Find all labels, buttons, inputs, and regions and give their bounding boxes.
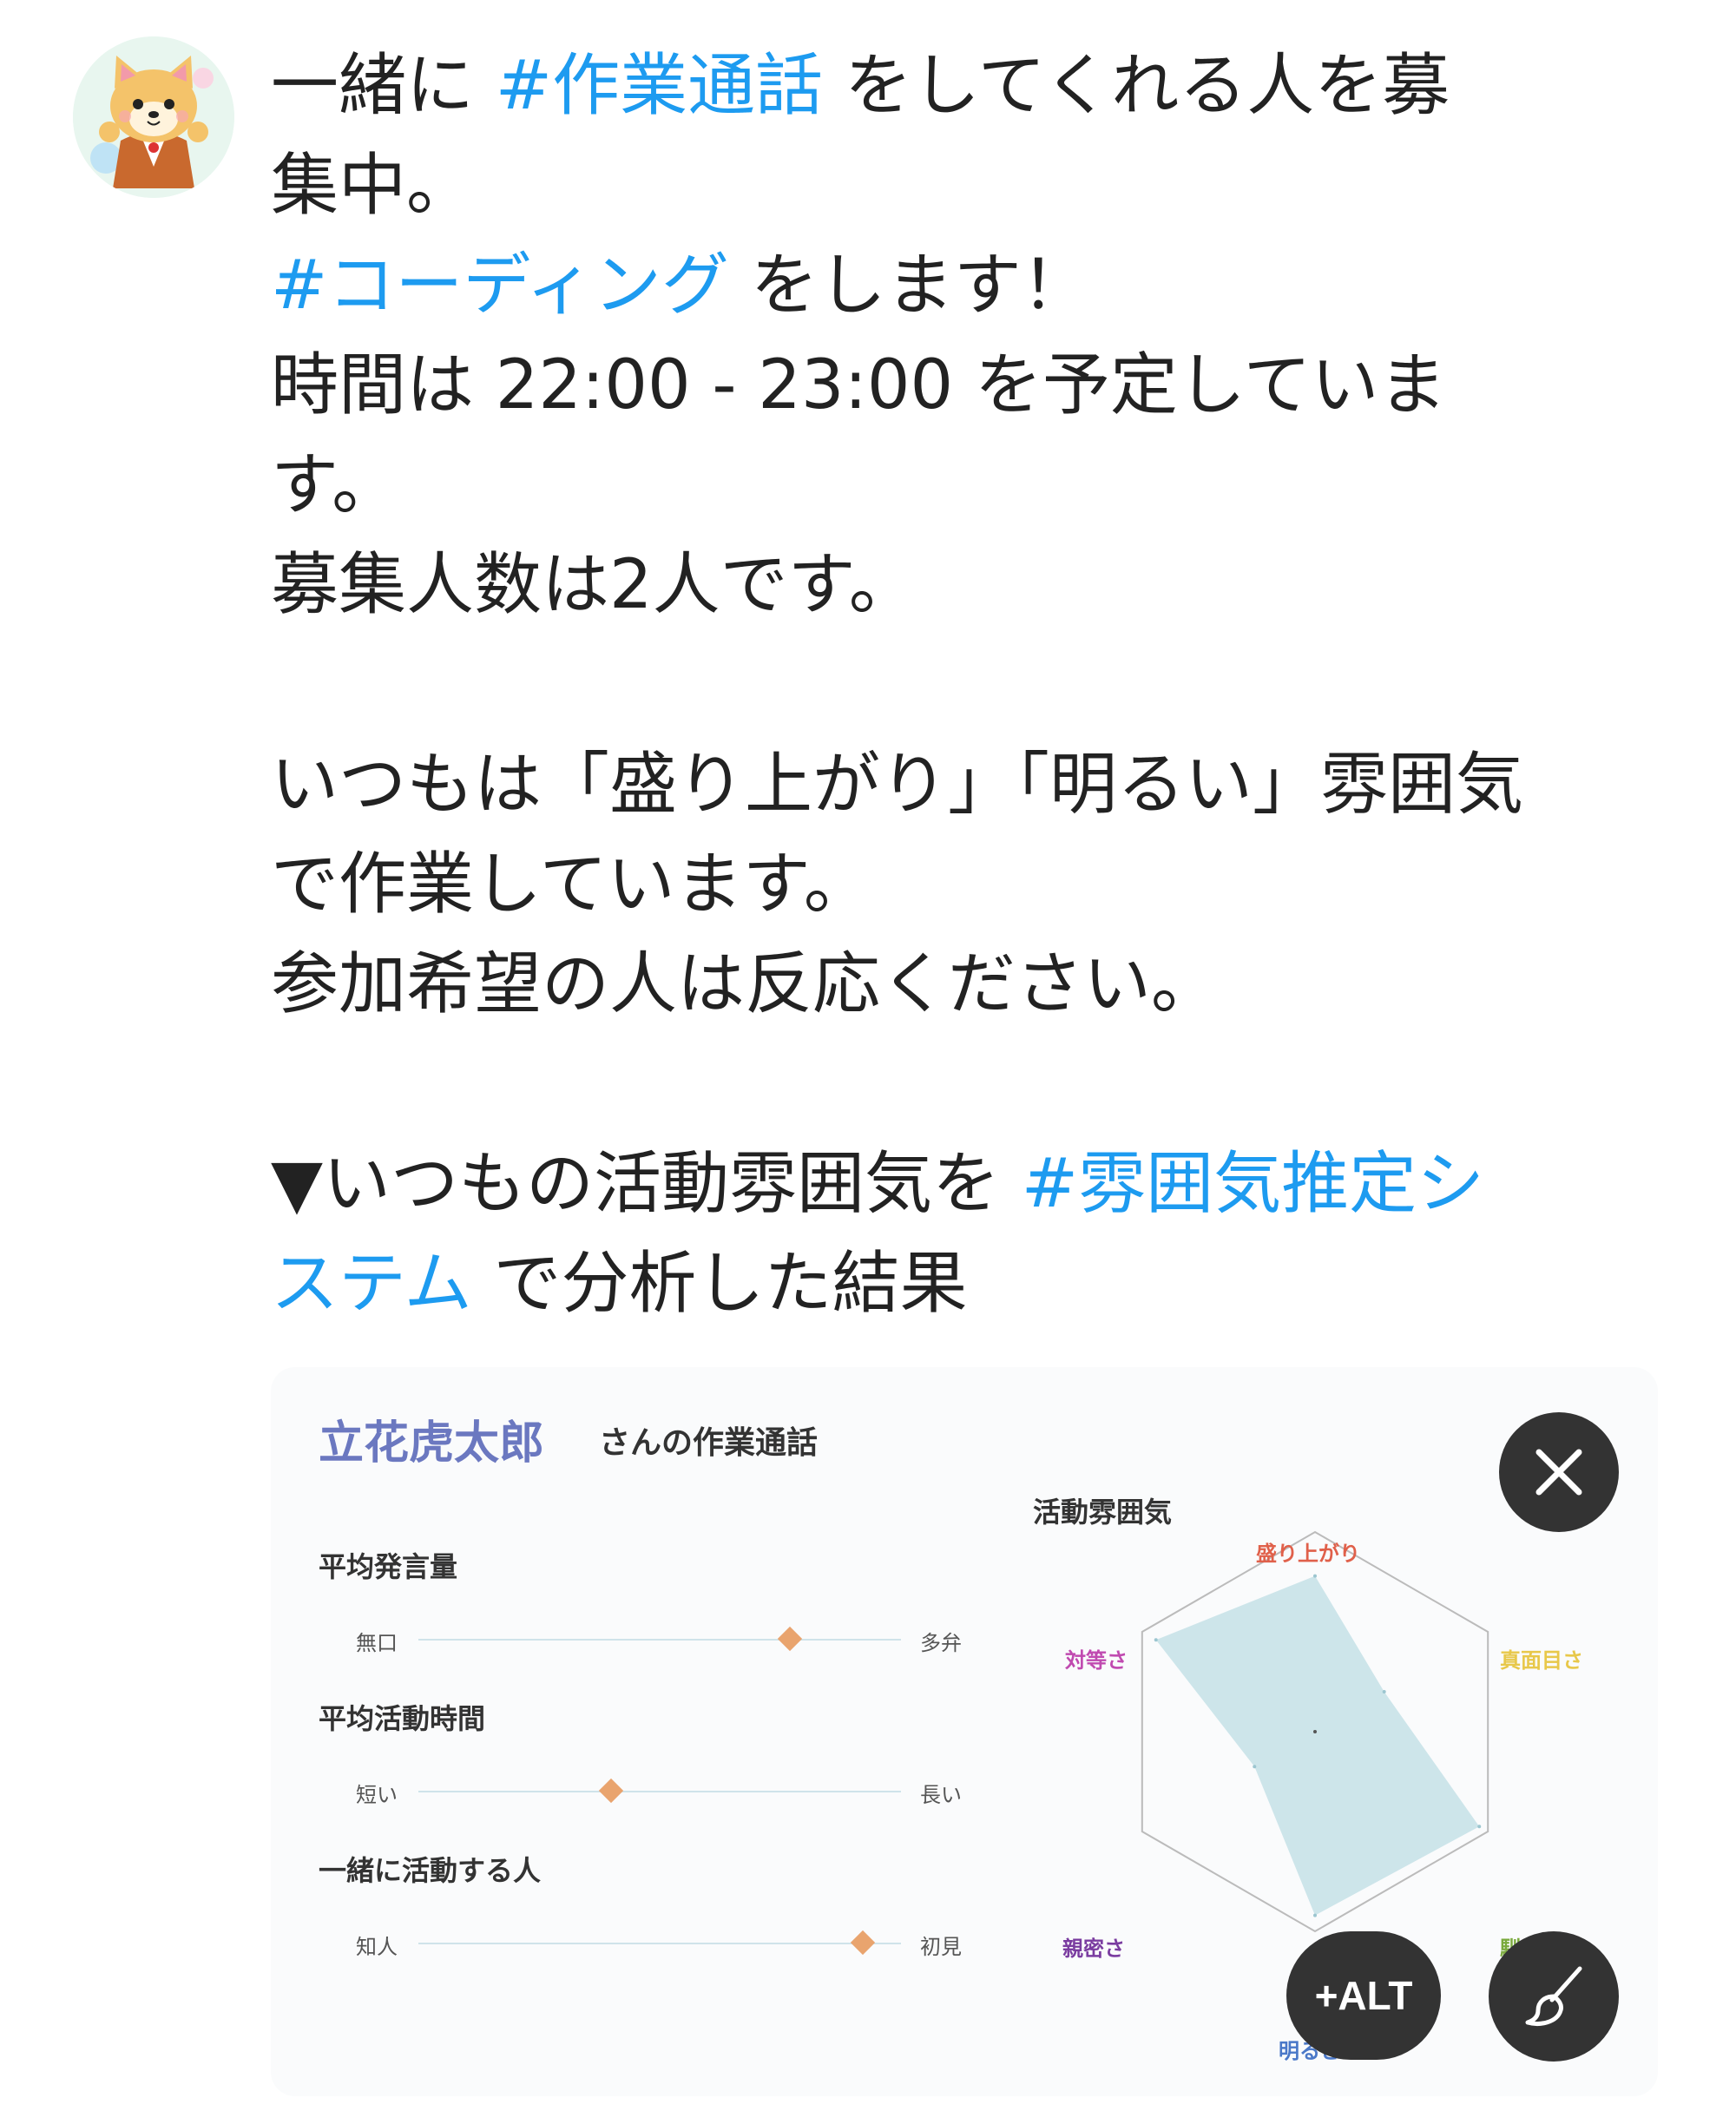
- post-line: 参加希望の人は反応ください。: [271, 945, 1220, 1023]
- axis-label: 親密さ: [1062, 1937, 1125, 1961]
- add-alt-text-button[interactable]: +ALT: [1286, 1931, 1441, 2060]
- cat-avatar-icon: [73, 36, 234, 198]
- post-line: で作業しています。: [271, 845, 871, 924]
- axis-label: 真面目さ: [1500, 1648, 1583, 1673]
- radar-point: [1154, 1638, 1158, 1642]
- radar-point: [1253, 1765, 1257, 1769]
- hashtag-link[interactable]: #コーディング: [271, 247, 729, 325]
- attached-image[interactable]: 立花虎太郎 さんの作業通話 平均発言量 無口 多弁 平均活動時間 短い 長い 一…: [271, 1367, 1658, 2096]
- avatar[interactable]: [73, 36, 234, 198]
- radar-point: [1313, 1574, 1317, 1578]
- post-text: 一緒に #作業通話 をしてくれる人を募 集中。 #コーディング をします！ 時間…: [271, 36, 1651, 1334]
- post-line: 時間は 22:00 - 23:00 を予定していま: [271, 346, 1447, 424]
- hashtag-link[interactable]: ステム: [271, 1245, 472, 1323]
- post-line: す。: [271, 446, 400, 524]
- hashtag-link[interactable]: #雰囲気推定シ: [1022, 1145, 1484, 1223]
- post-line: いつもは「盛り上がり」「明るい」雰囲気: [271, 746, 1524, 824]
- close-button[interactable]: [1499, 1412, 1619, 1532]
- post-line: 募集人数は2人です。: [271, 546, 917, 624]
- post-line: をします！: [728, 247, 1089, 325]
- radar-point: [1477, 1825, 1482, 1829]
- post-line: 集中。: [271, 147, 475, 225]
- post-line: をしてくれる人を募: [823, 47, 1450, 125]
- radar-chart: [1141, 1530, 1489, 1933]
- close-icon: [1535, 1449, 1582, 1496]
- axis-label: 対等さ: [1065, 1648, 1128, 1673]
- radar-point: [1313, 1913, 1317, 1917]
- radar-center: [1313, 1730, 1317, 1733]
- edit-image-button[interactable]: [1489, 1931, 1619, 2062]
- post-line: ▼いつもの活動雰囲気を: [271, 1145, 1022, 1223]
- axis-label: 盛り上がり: [1256, 1542, 1360, 1566]
- post-line: 一緒に: [271, 47, 496, 125]
- post-line: で分析した結果: [471, 1245, 968, 1323]
- hashtag-link[interactable]: #作業通話: [496, 47, 823, 125]
- radar-point: [1382, 1690, 1386, 1693]
- brush-icon: [1525, 1966, 1582, 2026]
